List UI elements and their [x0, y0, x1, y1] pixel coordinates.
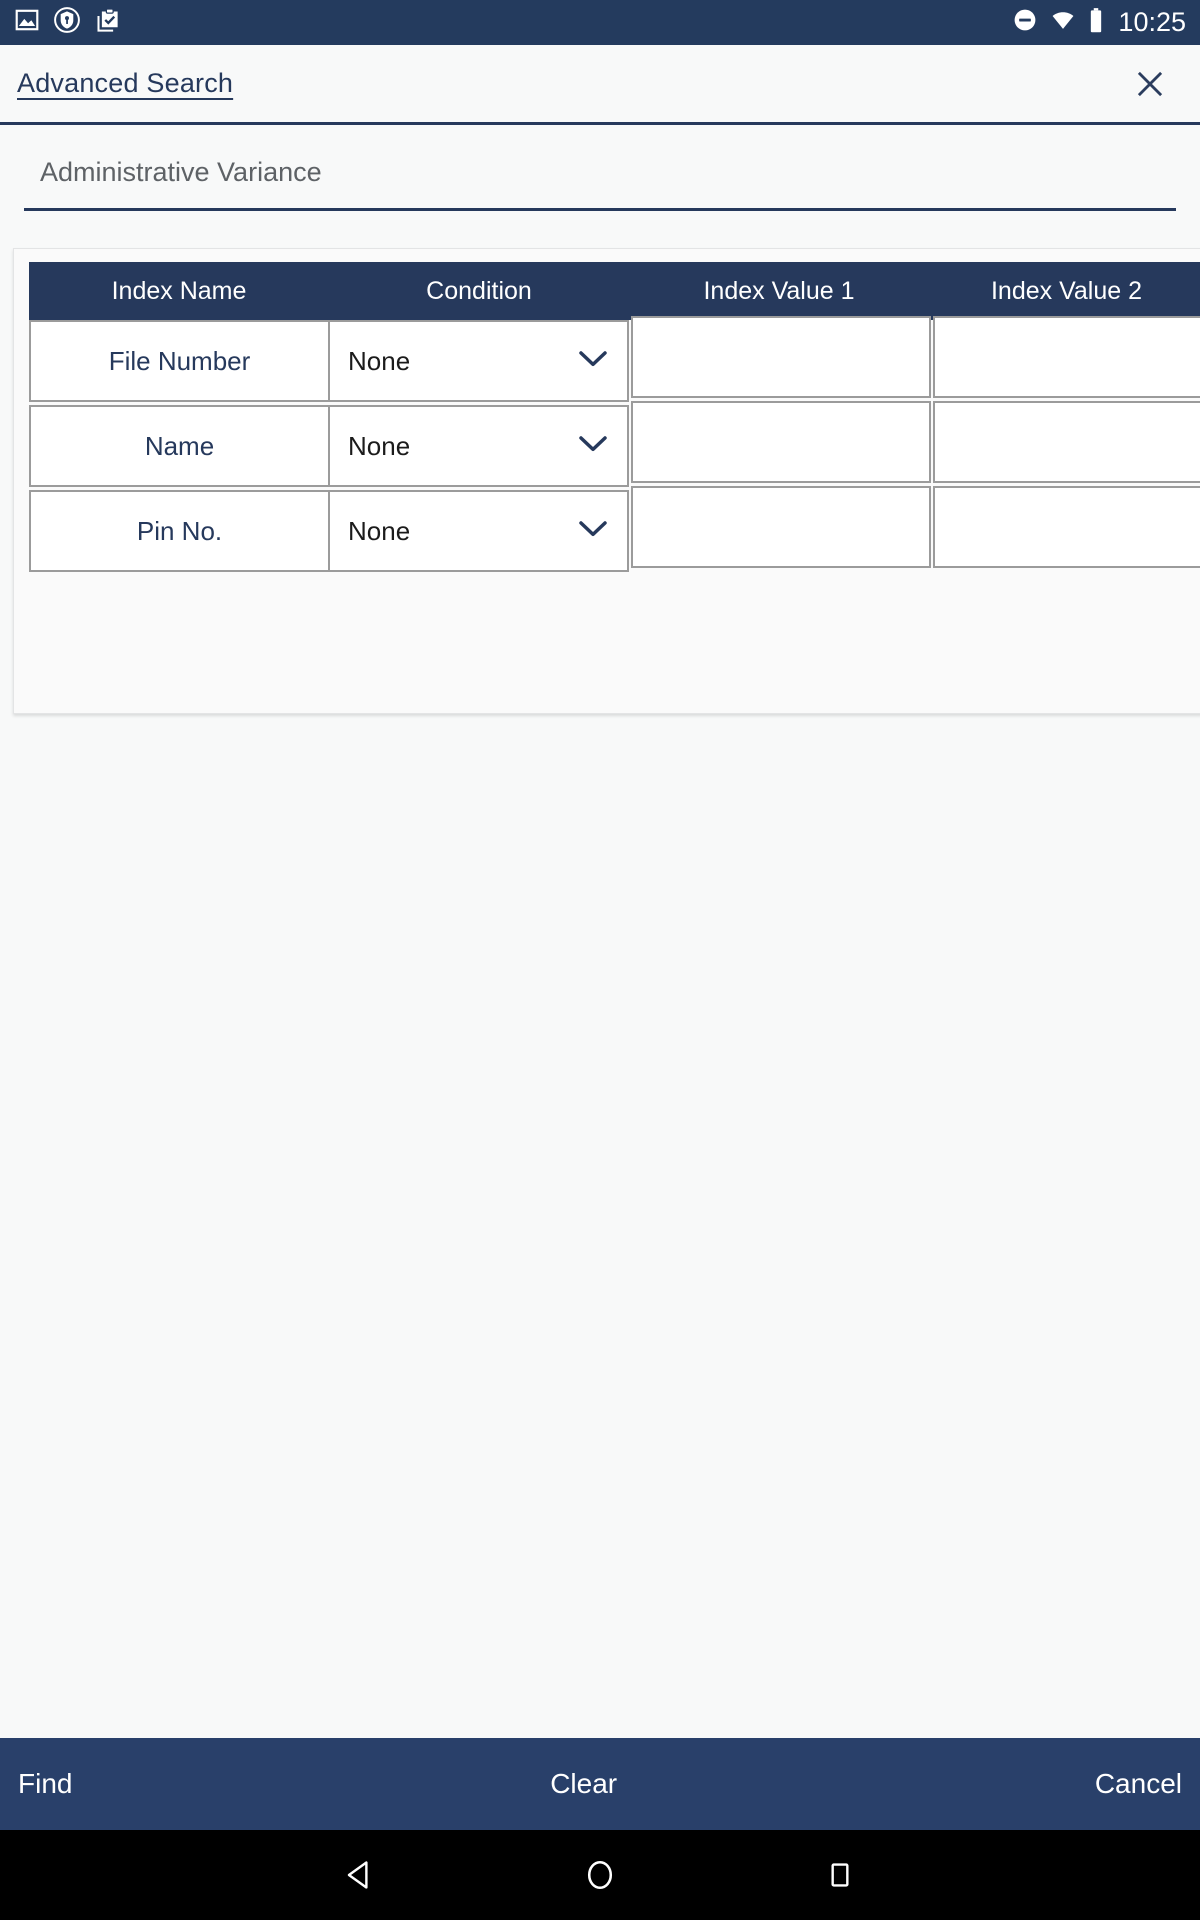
do-not-disturb-icon — [1012, 7, 1038, 38]
cancel-button[interactable]: Cancel — [1095, 1770, 1182, 1798]
android-nav-bar — [0, 1830, 1200, 1920]
clipboard-check-icon — [94, 7, 121, 39]
index-value-1-input[interactable] — [631, 316, 931, 398]
index-value-1-input[interactable] — [631, 486, 931, 568]
index-criteria-card: Index Name Condition Index Value 1 Index… — [13, 248, 1200, 714]
condition-value: None — [348, 345, 411, 376]
index-value-2-input[interactable] — [933, 486, 1200, 568]
status-bar: 10:25 — [0, 0, 1200, 45]
page-title: Advanced Search — [17, 68, 234, 98]
clear-button[interactable]: Clear — [550, 1770, 617, 1798]
column-header-index-value-1: Index Value 1 — [703, 276, 855, 305]
category-select-value: Administrative Variance — [40, 157, 322, 187]
search-form-content: Administrative Variance Index Name Condi… — [0, 128, 1200, 1738]
action-bar: Find Clear Cancel — [0, 1738, 1200, 1830]
condition-value: None — [348, 430, 411, 461]
index-name-label: Name — [144, 430, 215, 461]
table-row: Name None — [29, 401, 1200, 487]
status-bar-right-icons: 10:25 — [1012, 7, 1186, 39]
table-row: Pin No. None — [29, 486, 1200, 572]
index-value-1-input[interactable] — [631, 401, 931, 483]
index-value-2-input[interactable] — [933, 316, 1200, 398]
wifi-icon — [1049, 7, 1077, 38]
image-icon — [14, 7, 40, 38]
recents-icon[interactable] — [810, 1845, 870, 1905]
category-select[interactable]: Administrative Variance — [24, 157, 1176, 211]
table-row: File Number None — [29, 316, 1200, 402]
column-header-index-name: Index Name — [111, 276, 247, 305]
chevron-down-icon — [577, 518, 609, 545]
find-button[interactable]: Find — [18, 1770, 72, 1798]
index-criteria-table[interactable]: Index Name Condition Index Value 1 Index… — [29, 262, 1200, 575]
index-name-cell: Pin No. — [29, 490, 329, 572]
chevron-down-icon — [577, 348, 609, 375]
back-icon[interactable] — [330, 1845, 390, 1905]
index-name-cell: Name — [29, 405, 329, 487]
condition-dropdown[interactable]: None — [329, 320, 629, 402]
condition-value: None — [348, 515, 411, 546]
home-icon[interactable] — [570, 1845, 630, 1905]
chevron-down-icon — [577, 433, 609, 460]
table-header-row: Index Name Condition Index Value 1 Index… — [29, 262, 1200, 320]
condition-dropdown[interactable]: None — [329, 405, 629, 487]
column-header-condition: Condition — [426, 276, 532, 305]
index-value-2-input[interactable] — [933, 401, 1200, 483]
close-icon[interactable] — [1128, 62, 1172, 106]
status-bar-left-icons — [14, 6, 121, 39]
index-name-label: File Number — [108, 345, 251, 376]
condition-dropdown[interactable]: None — [329, 490, 629, 572]
vpn-key-shield-icon — [53, 6, 81, 39]
index-name-label: Pin No. — [136, 515, 223, 546]
column-header-index-value-2: Index Value 2 — [990, 276, 1143, 305]
battery-icon — [1088, 7, 1104, 39]
index-name-cell: File Number — [29, 320, 329, 402]
status-bar-clock: 10:25 — [1118, 7, 1186, 37]
app-header: Advanced Search — [0, 45, 1200, 125]
